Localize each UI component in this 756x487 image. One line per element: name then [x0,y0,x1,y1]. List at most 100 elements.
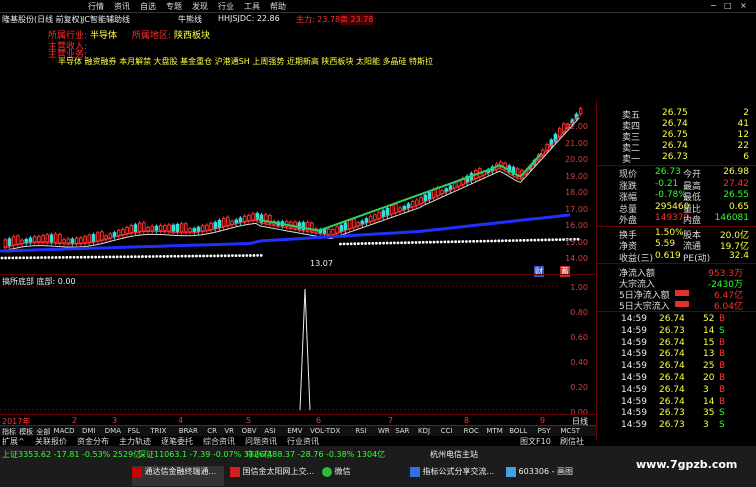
candle [368,215,373,222]
candle [352,218,356,228]
maximize-button[interactable]: □ [724,1,732,10]
indicator-tab[interactable]: WR [378,427,390,435]
candle [385,207,390,216]
candle [28,237,33,243]
indicator-tab[interactable]: BRAR [179,427,198,435]
price-axis-tick: 22.00 [565,122,588,131]
candle [373,214,377,221]
taskbar-wechat[interactable]: 微信 [322,466,402,486]
signal-dot [389,241,393,245]
signal-dot [72,255,76,259]
signal-dot [497,239,501,243]
signal-dot [421,240,425,244]
ask-row[interactable]: 卖二 26.74 22 [597,141,756,154]
indicator-tab[interactable]: KDJ [418,427,430,435]
signal-dot [508,239,511,243]
menu-item-tools[interactable]: 工具 [244,1,260,12]
signal-dot [342,242,346,246]
menu-item-industry[interactable]: 行业 [218,1,234,12]
quote-row: 收益(三) 0.619 PE(动) 32.4 [597,251,756,264]
candle [221,217,226,227]
menu-item-topics[interactable]: 专题 [166,1,182,12]
signal-dot [353,242,357,246]
watermark: www.7gpzb.com [636,458,738,471]
signal-dot [425,240,429,244]
indicator-tab[interactable]: RSI [355,427,366,435]
signal-dot [245,254,249,257]
indicator-tab[interactable]: CCI [441,427,453,435]
signal-dot [375,241,378,245]
quote-label: 外盘 [619,216,638,226]
signal-dot [133,255,137,259]
indicator-tab[interactable]: TRIX [150,427,166,435]
tick-time: 14:59 [621,314,647,324]
indicator-tab[interactable]: DMI [82,427,96,435]
signal-dot [11,256,15,260]
indicator-tab[interactable]: DMA [105,427,121,435]
tick-volume: 3 [703,384,709,395]
money-flow-row: 大宗流入 -2430万 [597,277,756,290]
candle [339,225,344,232]
tick-volume: 35 [703,408,715,419]
tick-volume: 25 [703,361,715,372]
ask-row[interactable]: 卖一 26.73 6 [597,152,756,165]
kline-chart[interactable]: 22.00 21.00 20.00 19.00 18.00 17.00 16.00 15.00… [0,26,596,277]
indicator-tab[interactable]: MACD [54,427,75,435]
menu-item-help[interactable]: 帮助 [270,1,286,12]
taskbar-paint[interactable]: 603306 - 画图 [506,466,586,486]
signal-dot [144,255,148,258]
ma-line-red [3,114,580,249]
tick-row: 14:59 26.74 25 B [597,361,756,372]
candle [394,203,398,213]
menu-item-news[interactable]: 资讯 [114,1,130,12]
candle [37,236,41,243]
ask-row[interactable]: 卖三 26.75 12 [597,130,756,143]
indicator-tab[interactable]: CR [207,427,217,435]
signal-dot [29,256,33,260]
tick-time: 14:59 [621,384,647,395]
x-label-may: 5 [246,416,252,425]
menu-item-watchlist[interactable]: 自选 [140,1,156,12]
candle [112,232,117,238]
indicator-tab[interactable]: FSL [128,427,140,435]
candle [41,235,45,243]
sub-indicator-chart[interactable]: 搞所底部 底部: 0.00 1.00 0.80 0.60 0.40 0.20 0.00 [0,274,596,417]
candle [209,222,213,230]
taskbar-forum[interactable]: 指标公式分享交流... [410,466,502,486]
taskbar-tdx[interactable]: 通达信金融终端通... [132,466,224,486]
kline-svg[interactable] [0,26,596,274]
candle [364,218,369,224]
indicator-tab[interactable]: VR [224,427,234,435]
indicator-tab[interactable]: OBV [242,427,257,435]
indicator-tab[interactable]: EMV [287,427,302,435]
ask-row[interactable]: 卖五 26.75 2 [597,108,756,121]
candle [406,203,411,209]
tick-volume: 13 [703,349,715,360]
menu-item-discover[interactable]: 发现 [192,1,208,12]
candle [3,239,8,248]
signal-dot [83,255,87,259]
indicator-tab[interactable]: SAR [395,427,409,435]
signal-dot [396,241,400,245]
indicator-tab[interactable]: VOL-TDX [310,427,340,435]
low-price-marker: 13.07 [310,259,333,268]
indicator-tab[interactable]: BOLL [509,427,527,435]
signal-dot [191,254,195,258]
signal-dot [439,240,443,244]
indicator-tab[interactable]: PSY [538,427,551,435]
taskbar-guosen[interactable]: 国信金太阳网上交... [230,466,318,486]
signal-dot [69,255,72,259]
close-button[interactable]: × [740,1,747,10]
indicator-tab[interactable]: MCST [560,427,580,435]
ask-row[interactable]: 卖四 26.74 41 [597,119,756,132]
signal-dot [540,238,544,242]
candle [427,191,432,200]
indicator-tab[interactable]: ROC [464,427,479,435]
indicator-tab[interactable]: ASI [264,427,275,435]
signal-dot [187,254,191,258]
menu-item-quotes[interactable]: 行情 [88,1,104,12]
tick-row: 14:59 26.73 14 S [597,326,756,337]
minimize-button[interactable]: − [710,1,717,10]
signal-dot [533,238,537,242]
indicator-tab[interactable]: MTM [486,427,502,435]
